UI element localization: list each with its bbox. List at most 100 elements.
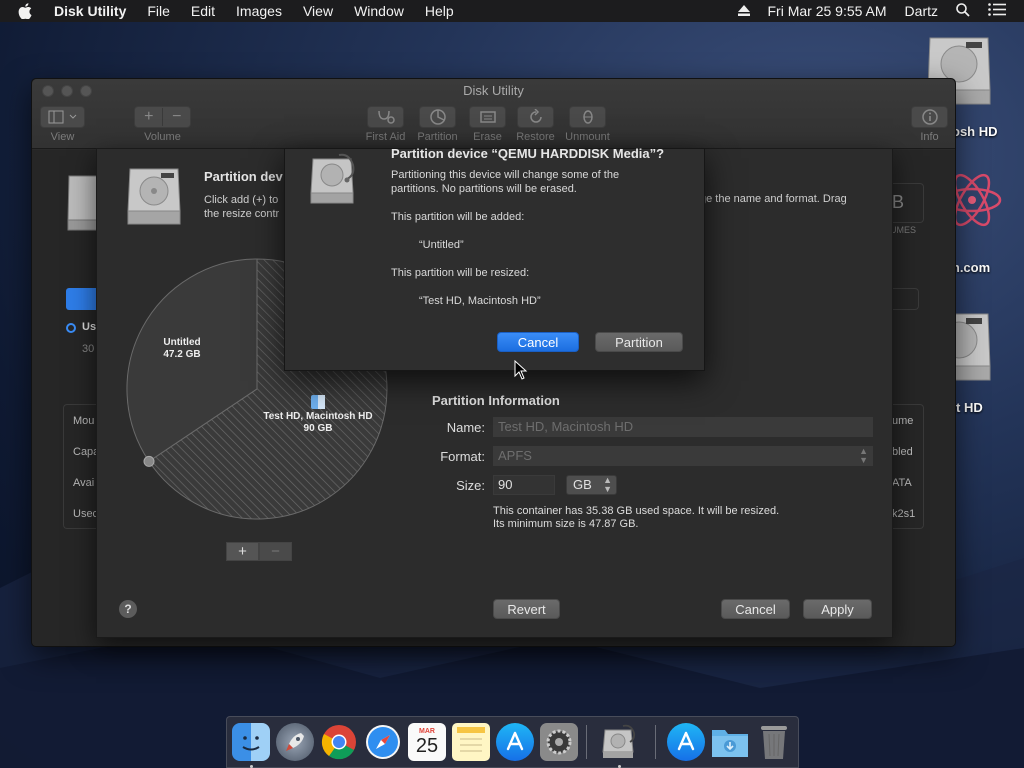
spotlight-search-icon[interactable] <box>956 2 970 20</box>
hard-drive-icon <box>127 168 181 225</box>
sheet-description-line1: Click add (+) to <box>204 194 279 206</box>
size-note-line2: Its minimum size is 47.87 GB. <box>493 518 639 530</box>
info-row-used: Usec <box>73 508 99 520</box>
name-label: Name: <box>446 420 485 435</box>
dock-app-store-icon[interactable] <box>496 723 534 761</box>
info-row-type: ume <box>892 415 914 427</box>
notification-center-icon[interactable] <box>988 3 1006 19</box>
restore-button[interactable] <box>517 106 554 128</box>
pie-label-untitled-name: Untitled <box>163 337 201 348</box>
unmount-button[interactable] <box>569 106 606 128</box>
partition-button[interactable] <box>419 106 456 128</box>
dock-launchpad-icon[interactable] <box>276 723 314 761</box>
remove-partition-button[interactable]: − <box>259 542 292 561</box>
menu-images[interactable]: Images <box>236 3 282 19</box>
select-arrows-icon: ▲ ▼ <box>603 475 612 494</box>
size-label: Size: <box>456 478 485 493</box>
added-heading: This partition will be added: <box>391 211 525 223</box>
menubar-user[interactable]: Dartz <box>905 3 938 19</box>
first-aid-button[interactable] <box>367 106 404 128</box>
eject-icon[interactable] <box>737 3 750 19</box>
desktop-drive-label-1: osh HD <box>952 124 998 139</box>
usage-bar-segment <box>66 288 96 310</box>
menu-help[interactable]: Help <box>425 3 454 19</box>
apply-button[interactable]: Apply <box>803 599 872 619</box>
mouse-cursor-icon <box>514 360 528 380</box>
info-row-owners: bled <box>892 446 913 458</box>
desktop-drive-label-2: t HD <box>956 400 983 415</box>
menu-edit[interactable]: Edit <box>191 3 215 19</box>
menu-window[interactable]: Window <box>354 3 404 19</box>
dock-system-preferences-icon[interactable] <box>540 723 578 761</box>
dialog-cancel-button[interactable]: Cancel <box>497 332 579 352</box>
used-legend-dot <box>66 323 76 333</box>
erase-button[interactable] <box>469 106 506 128</box>
view-button[interactable] <box>40 106 85 128</box>
info-row-available: Avai <box>73 477 95 489</box>
add-partition-button[interactable]: + <box>226 542 259 561</box>
pie-label-untitled: Untitled 47.2 GB <box>151 337 213 361</box>
folder-icon <box>712 730 748 757</box>
sheet-description: Click add (+) to the resize contr <box>204 193 279 221</box>
trash-icon <box>761 726 787 759</box>
finder-face-icon <box>242 736 260 751</box>
info-row-device: k2s1 <box>892 508 916 520</box>
dialog-title: Partition device “QEMU HARDDISK Media”? <box>391 146 665 161</box>
pie-label-test-hd-name: Test HD, Macintosh HD <box>263 411 373 422</box>
size-note: This container has 35.38 GB used space. … <box>493 505 779 531</box>
sheet-cancel-button[interactable]: Cancel <box>721 599 790 619</box>
restore-icon <box>529 109 542 123</box>
drive-size-fragment: B <box>892 192 905 212</box>
size-field[interactable]: 90 <box>493 475 555 495</box>
volume-label: Volume <box>144 131 181 143</box>
rocket-icon <box>286 733 304 751</box>
dialog-partition-button[interactable]: Partition <box>595 332 683 352</box>
menu-view[interactable]: View <box>303 3 333 19</box>
menubar-clock[interactable]: Fri Mar 25 9:55 AM <box>768 3 887 19</box>
dock-downloads-folder-icon[interactable] <box>711 723 749 761</box>
finder-volume-icon <box>311 395 325 409</box>
volumes-fragment: UMES <box>890 225 917 235</box>
dock-applications-folder-icon[interactable] <box>667 723 705 761</box>
dock-separator <box>586 725 587 759</box>
info-button[interactable] <box>911 106 948 128</box>
remove-volume-icon[interactable]: − <box>162 108 190 126</box>
gear-icon <box>546 729 572 755</box>
select-arrows-icon: ▲ ▼ <box>859 446 868 465</box>
dock-trash-icon[interactable] <box>755 723 793 761</box>
dock-chrome-icon[interactable] <box>320 723 358 761</box>
window-toolbar: Disk Utility View + − Volume First Aid P… <box>32 79 955 149</box>
help-button[interactable]: ? <box>119 600 137 618</box>
resized-partition-item: “Test HD, Macintosh HD” <box>419 295 541 307</box>
pie-label-untitled-size: 47.2 GB <box>163 349 201 360</box>
dock-notes-icon[interactable] <box>452 723 490 761</box>
partition-confirm-dialog: Partition device “QEMU HARDDISK Media”? … <box>284 146 705 371</box>
volume-add-remove[interactable]: + − <box>134 106 191 128</box>
partition-pie-icon <box>429 109 446 125</box>
unmount-label: Unmount <box>565 131 610 143</box>
restore-label: Restore <box>516 131 555 143</box>
usage-bar-right <box>892 288 919 310</box>
partition-resize-handle[interactable] <box>143 455 155 467</box>
size-note-line1: This container has 35.38 GB used space. … <box>493 505 780 517</box>
apple-menu-icon[interactable] <box>18 3 38 19</box>
pie-label-test-hd-size: 90 GB <box>303 423 333 434</box>
dock-calendar-icon[interactable]: MAR 25 <box>408 723 446 761</box>
add-volume-icon[interactable]: + <box>135 108 162 126</box>
dock-finder-icon[interactable] <box>232 723 270 761</box>
partition-add-remove: + − <box>226 542 292 561</box>
chrome-logo-icon <box>321 725 356 760</box>
format-select[interactable]: APFS ▲ ▼ <box>493 446 873 466</box>
unmount-icon <box>582 110 593 124</box>
revert-button[interactable]: Revert <box>493 599 560 619</box>
format-label: Format: <box>440 449 485 464</box>
app-store-a-icon <box>506 731 524 751</box>
menu-file[interactable]: File <box>147 3 170 19</box>
dock-disk-utility-icon[interactable] <box>600 723 638 761</box>
menu-app-name[interactable]: Disk Utility <box>54 3 126 19</box>
name-field[interactable]: Test HD, Macintosh HD <box>493 417 873 437</box>
info-icon <box>921 109 938 125</box>
size-unit-select[interactable]: GB ▲ ▼ <box>566 475 617 495</box>
resized-heading: This partition will be resized: <box>391 267 530 279</box>
dock-safari-icon[interactable] <box>364 723 402 761</box>
